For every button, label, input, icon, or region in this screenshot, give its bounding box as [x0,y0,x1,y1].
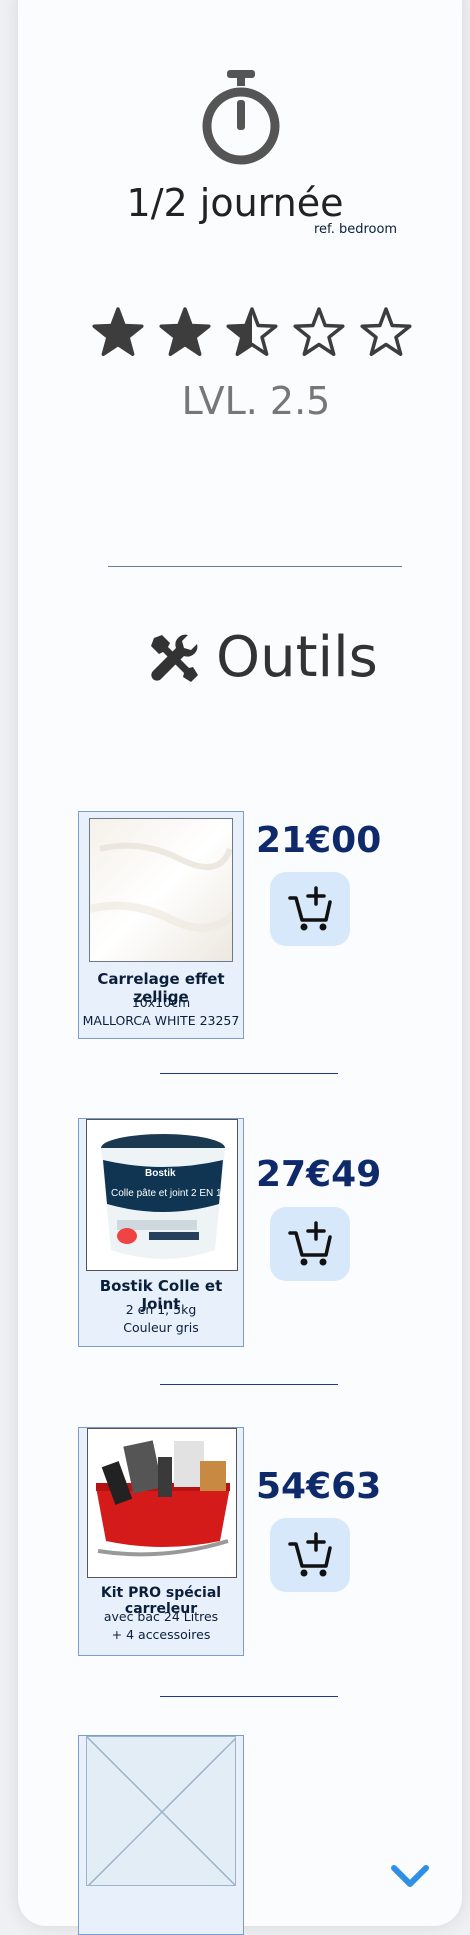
product-separator [160,1696,338,1697]
product-detail: 2 en 1, 5kg [125,1302,197,1317]
bostik-bucket-image: Bostik Colle pâte et joint 2 EN 1 [86,1119,238,1271]
product-separator [160,1384,338,1385]
product-card[interactable]: Carrelage effet zellige 10x10cm MALLORCA… [78,811,244,1039]
product-detail: Couleur gris [123,1320,199,1335]
add-to-cart-icon [288,1532,332,1577]
product-price: 27€49 [256,1154,382,1195]
stopwatch-icon [202,70,280,165]
level-stars [92,307,412,356]
add-to-cart-button[interactable] [270,1518,350,1592]
product-separator [160,1073,338,1074]
chevron-down-icon[interactable] [390,1862,430,1892]
duration-label: 1/2 journée [126,181,344,225]
product-card[interactable]: Bostik Colle pâte et joint 2 EN 1 Bostik… [78,1118,244,1347]
tiler-kit-image [87,1428,237,1578]
product-detail: + 4 accessoires [111,1627,211,1642]
placeholder-image [86,1736,236,1886]
level-label: LVL. 2.5 [181,379,331,423]
product-detail: MALLORCA WHITE 23257 [82,1013,240,1028]
add-to-cart-button[interactable] [270,872,350,946]
product-price: 21€00 [256,820,382,861]
product-card[interactable]: Kit PRO spécial carreleur avec bac 24 Li… [78,1427,244,1656]
tools-title: Outils [216,625,378,690]
add-to-cart-button[interactable] [270,1207,350,1281]
star-icon [360,307,412,356]
section-divider [108,566,402,567]
add-to-cart-icon [288,1221,332,1266]
tools-icon [151,634,198,682]
bucket-label: Colle pâte et joint 2 EN 1 [111,1188,222,1199]
white-tile-image [89,818,233,962]
add-to-cart-icon [288,886,332,931]
reference-label: ref. bedroom [314,222,398,237]
product-detail: avec bac 24 Litres [103,1609,219,1624]
star-icon [293,307,345,356]
product-price: 54€63 [256,1466,382,1507]
product-detail: 10x10cm [131,995,191,1010]
product-card[interactable] [78,1735,244,1935]
bucket-label: Bostik [145,1168,176,1179]
